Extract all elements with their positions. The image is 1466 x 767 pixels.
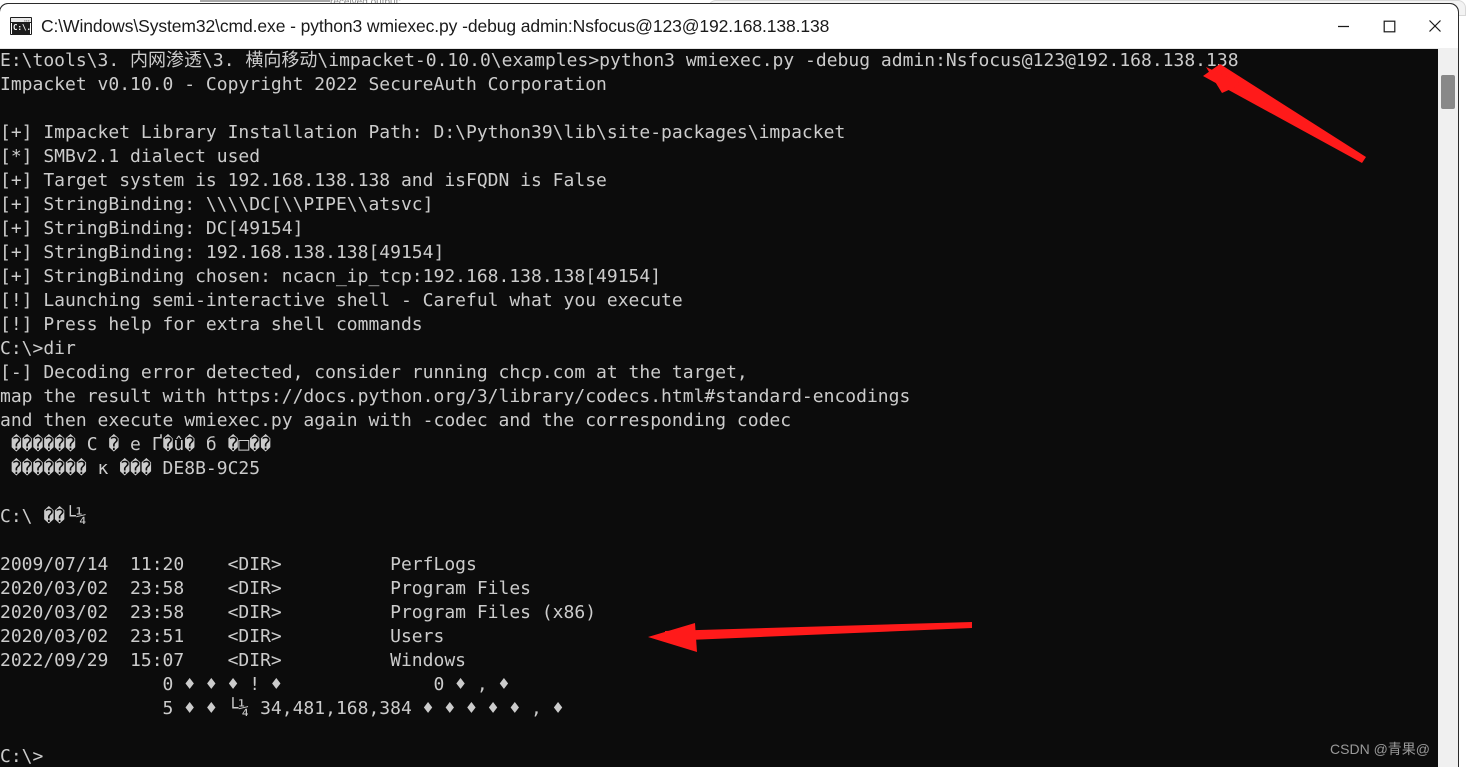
console-line: ������� к ��� DE8B-9C25 <box>0 458 261 479</box>
minimize-icon <box>1337 25 1349 27</box>
console-line: [!] Launching semi-interactive shell - C… <box>0 290 683 311</box>
console-line: [+] StringBinding: \\\\DC[\\PIPE\\atsvc] <box>0 194 434 215</box>
console-line: [+] StringBinding chosen: ncacn_ip_tcp:1… <box>0 266 662 287</box>
console-line: E:\tools\3. 内网渗透\3. 横向移动\impacket-0.10.0… <box>0 50 1239 71</box>
console-line: 2020/03/02 23:51 <DIR> Users <box>0 626 445 647</box>
console-line: [+] StringBinding: DC[49154] <box>0 218 304 239</box>
console-line: and then execute wmiexec.py again with -… <box>0 410 792 431</box>
console-line: C:\ ��└¼ <box>0 506 87 527</box>
maximize-icon <box>1383 20 1395 32</box>
console-line: [!] Press help for extra shell commands <box>0 314 423 335</box>
cmd-window: ▪▪▪ C:\. C:\Windows\System32\cmd.exe - p… <box>0 4 1458 767</box>
console-line: [+] Target system is 192.168.138.138 and… <box>0 170 607 191</box>
console-line: [-] Decoding error detected, consider ru… <box>0 362 748 383</box>
cmd-exe-icon: ▪▪▪ C:\. <box>10 17 32 35</box>
minimize-button[interactable] <box>1320 4 1366 48</box>
window-title: C:\Windows\System32\cmd.exe - python3 wm… <box>41 15 830 36</box>
console-line: C:\>dir <box>0 338 76 359</box>
console-line: 2009/07/14 11:20 <DIR> PerfLogs <box>0 554 477 575</box>
window-controls <box>1320 4 1458 48</box>
background-strip-left <box>200 0 330 2</box>
maximize-button[interactable] <box>1366 4 1412 48</box>
close-icon <box>1429 20 1441 32</box>
console-line: map the result with https://docs.python.… <box>0 386 911 407</box>
console-line: 0 ♦ ♦ ♦ ! ♦ 0 ♦ , ♦ <box>0 674 510 695</box>
console-output-area[interactable]: E:\tools\3. 内网渗透\3. 横向移动\impacket-0.10.0… <box>0 49 1458 767</box>
console-line: 2022/09/29 15:07 <DIR> Windows <box>0 650 466 671</box>
close-button[interactable] <box>1412 4 1458 48</box>
console-line: 2020/03/02 23:58 <DIR> Program Files <box>0 578 532 599</box>
console-line: Impacket v0.10.0 - Copyright 2022 Secure… <box>0 74 607 95</box>
console-line: [*] SMBv2.1 dialect used <box>0 146 261 167</box>
scrollbar-thumb[interactable] <box>1441 75 1455 109</box>
console-text: E:\tools\3. 内网渗透\3. 横向移动\impacket-0.10.0… <box>0 49 1432 767</box>
vertical-scrollbar[interactable] <box>1438 48 1458 767</box>
window-titlebar[interactable]: ▪▪▪ C:\. C:\Windows\System32\cmd.exe - p… <box>0 4 1458 49</box>
console-line: 5 ♦ ♦ └¼ 34,481,168,384 ♦ ♦ ♦ ♦ ♦ , ♦ <box>0 698 564 719</box>
console-line: [+] Impacket Library Installation Path: … <box>0 122 846 143</box>
csdn-watermark: CSDN @青果@ <box>1330 741 1430 757</box>
console-line: ������ C � e Ґ�û� б �□�� <box>0 434 271 455</box>
console-line: 2020/03/02 23:58 <DIR> Program Files (x8… <box>0 602 597 623</box>
console-line: [+] StringBinding: 192.168.138.138[49154… <box>0 242 445 263</box>
console-line: C:\> <box>0 746 44 767</box>
cmd-icon-prompt-glyph: C:\. <box>12 22 30 34</box>
